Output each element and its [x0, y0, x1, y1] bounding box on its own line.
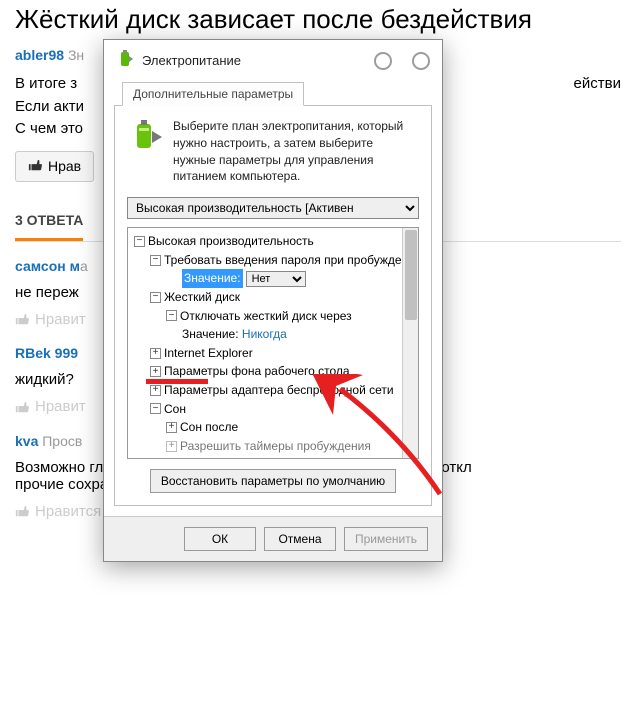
like-action[interactable]: Нравит [15, 311, 86, 328]
dialog-intro: Выберите план электропитания, который ну… [173, 118, 419, 185]
like-button[interactable]: Нрав [15, 151, 94, 182]
answer-author-meta: Просв [38, 433, 82, 449]
close-button[interactable] [412, 52, 430, 70]
restore-defaults-button[interactable]: Восстановить параметры по умолчанию [150, 469, 396, 493]
expander-icon[interactable]: − [166, 310, 177, 321]
minimize-button[interactable] [374, 52, 392, 70]
power-plan-select[interactable]: Высокая производительность [Активен [127, 197, 419, 219]
tree-node[interactable]: Сон после [180, 418, 238, 437]
expander-icon[interactable]: + [150, 366, 161, 377]
tree-node[interactable]: Жесткий диск [164, 288, 240, 307]
apply-button: Применить [344, 527, 428, 551]
cancel-button[interactable]: Отмена [264, 527, 336, 551]
question-title: Жёсткий диск зависает после бездействия [15, 4, 621, 35]
answer-author[interactable]: RBek 999 [15, 345, 78, 361]
expander-icon[interactable]: − [134, 236, 145, 247]
answer-author[interactable]: kva [15, 433, 38, 449]
value-label: Значение: [182, 269, 243, 288]
tree-node[interactable]: Разрешить таймеры пробуждения [180, 437, 371, 456]
scrollbar[interactable] [402, 228, 418, 458]
expander-icon[interactable]: − [150, 292, 161, 303]
like-action[interactable]: Нравится [15, 503, 101, 520]
expander-icon[interactable]: − [150, 403, 161, 414]
expander-icon[interactable]: − [150, 255, 161, 266]
tree-node[interactable]: Отключать жесткий диск через [180, 307, 352, 326]
expander-icon[interactable]: + [150, 385, 161, 396]
value-select[interactable]: Нет [246, 271, 306, 287]
tree-node[interactable]: Высокая производительность [148, 232, 314, 251]
question-author[interactable]: abler98 [15, 47, 64, 63]
power-options-dialog: Электропитание Дополнительные параметры … [103, 39, 443, 562]
ok-button[interactable]: ОК [184, 527, 256, 551]
answer-author-meta: а [80, 258, 88, 274]
expander-icon[interactable]: + [150, 348, 161, 359]
annotation-underline [146, 379, 208, 384]
value-label: Значение: [182, 325, 239, 344]
value-link[interactable]: Никогда [242, 325, 287, 344]
battery-large-icon [127, 118, 163, 185]
tab-advanced[interactable]: Дополнительные параметры [122, 82, 304, 106]
answer-author[interactable]: самсон м [15, 258, 80, 274]
answers-count-tab[interactable]: 3 ОТВЕТА [15, 202, 83, 241]
expander-icon[interactable]: + [166, 422, 177, 433]
expander-icon[interactable]: + [166, 441, 177, 452]
tree-node[interactable]: Требовать введения пароля при пробуждени… [164, 251, 419, 270]
settings-tree: −Высокая производительность −Требовать в… [127, 227, 419, 459]
thumb-up-icon [28, 158, 42, 175]
like-action[interactable]: Нравит [15, 398, 86, 415]
battery-icon [116, 50, 134, 71]
dialog-title: Электропитание [142, 53, 354, 68]
question-author-meta: Зн [68, 47, 84, 63]
tree-node[interactable]: Сон [164, 400, 186, 419]
tree-node[interactable]: Internet Explorer [164, 344, 253, 363]
